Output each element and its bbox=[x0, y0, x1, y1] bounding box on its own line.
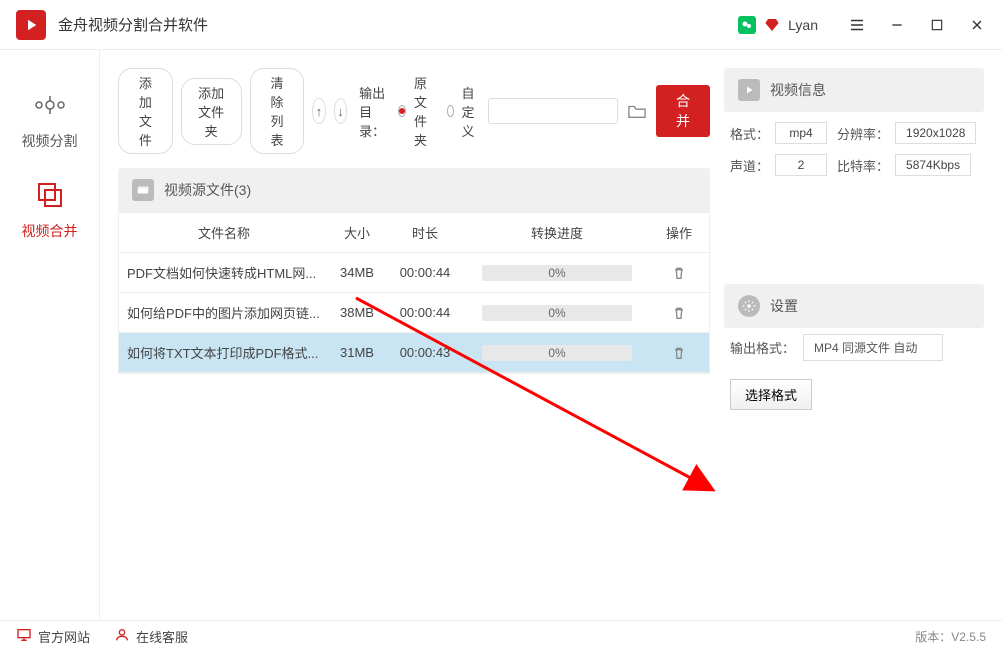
col-size: 大小 bbox=[329, 223, 385, 242]
bitrate-label: 比特率： bbox=[837, 156, 889, 175]
sidebar-item-label: 视频分割 bbox=[22, 131, 78, 151]
sidebar-item-split[interactable]: 视频分割 bbox=[0, 74, 99, 164]
delete-row-button[interactable] bbox=[649, 305, 709, 321]
table-row[interactable]: PDF文档如何快速转成HTML网... 34MB 00:00:44 0% bbox=[119, 253, 709, 293]
format-value: mp4 bbox=[775, 122, 827, 144]
support-icon bbox=[114, 627, 130, 646]
cell-duration: 00:00:43 bbox=[385, 345, 465, 360]
app-title: 金舟视频分割合并软件 bbox=[58, 14, 738, 35]
table-row[interactable]: 如何给PDF中的图片添加网页链... 38MB 00:00:44 0% bbox=[119, 293, 709, 333]
app-logo bbox=[16, 10, 46, 40]
footer: 官方网站 在线客服 版本：V2.5.5 bbox=[0, 620, 1002, 652]
gear-icon bbox=[738, 295, 760, 317]
user-area: Lyan bbox=[738, 16, 818, 34]
col-name: 文件名称 bbox=[119, 223, 329, 242]
clear-list-button[interactable]: 清除列表 bbox=[250, 68, 305, 154]
output-dir-label: 输出目录： bbox=[359, 83, 390, 140]
channel-label: 声道： bbox=[730, 156, 769, 175]
output-path-input[interactable] bbox=[488, 98, 618, 124]
info-panel-header: 视频信息 bbox=[724, 68, 984, 112]
split-icon bbox=[32, 87, 68, 123]
cell-size: 38MB bbox=[329, 305, 385, 320]
table-header: 文件名称 大小 时长 转换进度 操作 bbox=[119, 213, 709, 253]
wechat-icon[interactable] bbox=[738, 16, 756, 34]
resolution-label: 分辨率： bbox=[837, 124, 889, 143]
sidebar: 视频分割 视频合并 bbox=[0, 50, 100, 620]
minimize-button[interactable] bbox=[888, 16, 906, 34]
service-label: 在线客服 bbox=[136, 627, 188, 646]
version-label: 版本：V2.5.5 bbox=[915, 628, 986, 645]
info-header-label: 视频信息 bbox=[770, 80, 826, 100]
radio-custom-folder[interactable] bbox=[447, 105, 454, 117]
delete-row-button[interactable] bbox=[649, 345, 709, 361]
cell-name: 如何将TXT文本打印成PDF格式... bbox=[119, 343, 329, 362]
sidebar-item-merge[interactable]: 视频合并 bbox=[0, 164, 99, 254]
title-bar: 金舟视频分割合并软件 Lyan bbox=[0, 0, 1002, 50]
col-action: 操作 bbox=[649, 223, 709, 242]
cell-size: 31MB bbox=[329, 345, 385, 360]
browse-folder-icon[interactable] bbox=[626, 99, 648, 123]
maximize-button[interactable] bbox=[928, 16, 946, 34]
format-label: 格式： bbox=[730, 124, 769, 143]
merge-icon bbox=[32, 177, 68, 213]
official-site-link[interactable]: 官方网站 bbox=[16, 627, 90, 646]
delete-row-button[interactable] bbox=[649, 265, 709, 281]
cell-progress: 0% bbox=[465, 305, 649, 321]
output-format-label: 输出格式： bbox=[730, 338, 795, 357]
window-controls bbox=[848, 16, 986, 34]
output-format-value: MP4 同源文件 自动 bbox=[803, 334, 943, 361]
online-service-link[interactable]: 在线客服 bbox=[114, 627, 188, 646]
cell-name: 如何给PDF中的图片添加网页链... bbox=[119, 303, 329, 322]
vip-diamond-icon[interactable] bbox=[764, 17, 780, 33]
source-header-label: 视频源文件(3) bbox=[164, 180, 251, 200]
official-label: 官方网站 bbox=[38, 627, 90, 646]
resolution-value: 1920x1028 bbox=[895, 122, 976, 144]
radio-original-folder[interactable] bbox=[398, 105, 406, 117]
monitor-icon bbox=[16, 627, 32, 646]
move-up-button[interactable]: ↑ bbox=[312, 98, 325, 124]
radio-original-label: 原文件夹 bbox=[414, 73, 439, 149]
cell-name: PDF文档如何快速转成HTML网... bbox=[119, 263, 329, 282]
source-panel-header: 视频源文件(3) bbox=[118, 168, 710, 212]
bitrate-value: 5874Kbps bbox=[895, 154, 971, 176]
cell-duration: 00:00:44 bbox=[385, 305, 465, 320]
settings-panel-header: 设置 bbox=[724, 284, 984, 328]
col-progress: 转换进度 bbox=[465, 223, 649, 242]
cell-progress: 0% bbox=[465, 265, 649, 281]
col-duration: 时长 bbox=[385, 223, 465, 242]
settings-header-label: 设置 bbox=[770, 296, 798, 316]
add-file-button[interactable]: 添加文件 bbox=[118, 68, 173, 154]
menu-icon[interactable] bbox=[848, 16, 866, 34]
play-square-icon bbox=[738, 79, 760, 101]
cell-size: 34MB bbox=[329, 265, 385, 280]
file-table: 文件名称 大小 时长 转换进度 操作 PDF文档如何快速转成HTML网... 3… bbox=[118, 212, 710, 374]
move-down-button[interactable]: ↓ bbox=[334, 98, 347, 124]
film-icon bbox=[132, 179, 154, 201]
select-format-button[interactable]: 选择格式 bbox=[730, 379, 812, 410]
toolbar: 添加文件 添加文件夹 清除列表 ↑ ↓ 输出目录： 原文件夹 自定义 合并 bbox=[118, 68, 710, 154]
user-name: Lyan bbox=[788, 17, 818, 33]
sidebar-item-label: 视频合并 bbox=[22, 221, 78, 241]
close-button[interactable] bbox=[968, 16, 986, 34]
radio-custom-label: 自定义 bbox=[462, 83, 481, 140]
channel-value: 2 bbox=[775, 154, 827, 176]
merge-button[interactable]: 合并 bbox=[656, 85, 710, 137]
table-row[interactable]: 如何将TXT文本打印成PDF格式... 31MB 00:00:43 0% bbox=[119, 333, 709, 373]
cell-progress: 0% bbox=[465, 345, 649, 361]
add-folder-button[interactable]: 添加文件夹 bbox=[181, 78, 242, 145]
cell-duration: 00:00:44 bbox=[385, 265, 465, 280]
